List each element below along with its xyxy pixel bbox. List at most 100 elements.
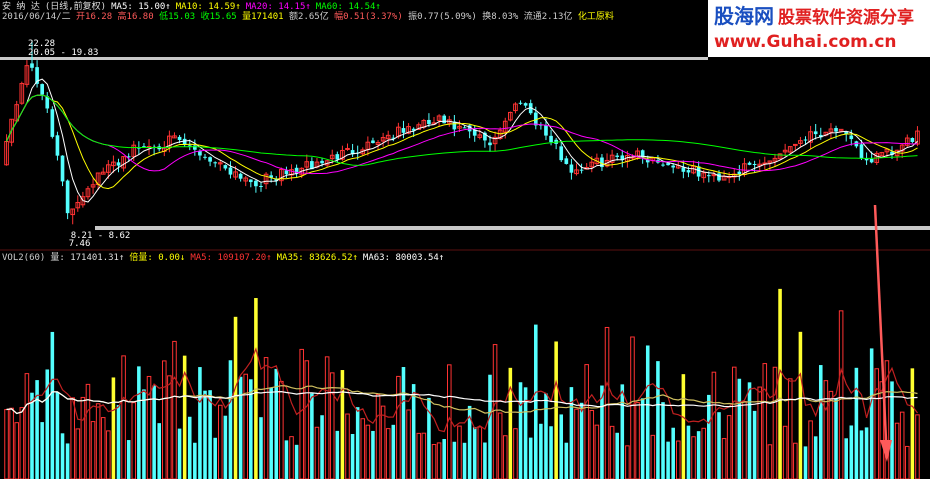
volume-bar-up	[838, 310, 844, 479]
ma5-line	[6, 78, 918, 203]
volume-bar-highlight	[111, 377, 116, 479]
candle-body-down	[213, 162, 218, 164]
vol-ma35-label: MA35:	[276, 253, 304, 263]
volume-bar-highlight	[798, 331, 803, 479]
volume-bar-down	[137, 366, 141, 479]
candle-body-down	[177, 136, 182, 140]
candle-body-down	[549, 135, 553, 143]
volume-bar-up	[742, 400, 747, 479]
open-label: 开16.28	[76, 12, 113, 22]
multiple-label: 倍量:	[129, 253, 153, 263]
candle-body-down	[523, 103, 528, 106]
ma5-value: 15.00↑	[138, 2, 171, 12]
volume-bar-up	[365, 424, 371, 479]
volume-bar-up	[630, 336, 635, 479]
volume-bar-up	[324, 356, 330, 479]
volume-bar-down	[126, 440, 131, 479]
candle-body-down	[747, 162, 752, 165]
amount-label: 额2.65亿	[289, 12, 329, 22]
candle-body-down	[717, 173, 721, 181]
volume-bar-up	[90, 421, 96, 479]
volume-bar-down	[284, 440, 289, 479]
vol-title: VOL2(60)	[2, 253, 46, 263]
volume-bar-down	[310, 393, 314, 479]
volume-bar-down	[813, 436, 818, 479]
candle-body-down	[544, 125, 548, 136]
volume-bar-down	[844, 438, 848, 479]
volume-bar-down	[294, 444, 299, 479]
volume-bar-down	[859, 430, 864, 479]
high-label: 高16.80	[117, 12, 154, 22]
candle-body-down	[564, 158, 569, 164]
chart-canvas[interactable]: 22.2820.05 - 19.838.21 - 8.627.46	[0, 0, 930, 479]
turnover-label: 换8.03%	[482, 12, 519, 22]
volume-bar-up	[279, 380, 284, 479]
volume-bar-up	[19, 407, 25, 479]
candle-body-down	[284, 170, 289, 175]
volume-bar-up	[874, 368, 880, 479]
volume-bar-up	[915, 414, 920, 479]
volume-bar-down	[462, 442, 467, 479]
candle-body-down	[569, 164, 574, 173]
volume-bar-down	[656, 361, 660, 479]
watermark-logo: 股海网 股票软件资源分享 www.Guhai.com.cn	[708, 0, 930, 57]
candle-body-down	[752, 164, 757, 166]
volume-bar-down	[157, 423, 161, 479]
volume-bar-up	[131, 402, 137, 479]
vol-ma63-label: MA63:	[362, 253, 391, 263]
watermark-site-name: 股海网	[714, 4, 774, 28]
candle-body-down	[681, 167, 686, 172]
volume-bar-up	[24, 373, 30, 479]
vol-label: 量:	[50, 253, 65, 263]
volume-bar-down	[452, 441, 457, 479]
candle-body-down	[427, 119, 431, 125]
volume-bar-up	[436, 442, 442, 479]
vol-ma5-label: MA5:	[190, 253, 213, 263]
volume-bar-up	[95, 403, 101, 479]
volume-bar-down	[335, 430, 340, 479]
volume-bar-down	[355, 407, 360, 479]
ma10-label: MA10:	[175, 2, 203, 12]
candle-body-down	[116, 162, 121, 166]
volume-bar-highlight	[681, 374, 686, 479]
volume-bar-down	[223, 415, 228, 479]
volume-bar-up	[385, 428, 391, 479]
ma20-value: 14.15↑	[278, 2, 311, 12]
candle-body-down	[686, 170, 691, 173]
volume-bar-highlight	[910, 368, 915, 479]
volume-bar-up	[726, 415, 732, 479]
volume-bar-down	[142, 389, 146, 479]
volume-bar-down	[238, 376, 243, 479]
stock-chart-screen: 22.28 20.05 - 19.83 8.21 - 8.62 7.46 安 纳 达 (…	[0, 0, 930, 479]
volume-bar-down	[187, 416, 192, 479]
volume-bar-down	[116, 405, 121, 479]
volume-bar-up	[421, 432, 427, 479]
volume-bar-down	[864, 427, 869, 479]
volume-bar-up	[457, 425, 462, 479]
high-range-label: 20.05 - 19.83	[28, 48, 98, 58]
candle-body-down	[813, 131, 818, 135]
volume-bar-down	[890, 381, 894, 479]
volume-bar-up	[721, 438, 727, 479]
volume-bar-up	[604, 326, 610, 479]
volume-bar-up	[904, 445, 910, 479]
stock-name: 安 纳 达	[2, 2, 40, 12]
volume-bar-down	[564, 442, 569, 479]
volume-bar-up	[787, 378, 793, 479]
candle-body-down	[259, 185, 263, 187]
volume-bar-down	[274, 368, 279, 479]
volume-bar-up	[711, 371, 717, 479]
volume-bar-up	[731, 366, 737, 479]
volume-bar-down	[483, 442, 487, 479]
candle-body-down	[248, 179, 253, 183]
candle-body-down	[706, 175, 711, 177]
vol-ma63-value: 80003.54↑	[395, 253, 445, 263]
candle-body-down	[661, 164, 665, 166]
volume-bar-down	[30, 392, 34, 479]
volume-bar-down	[559, 414, 564, 479]
volume-bar-down	[177, 428, 182, 479]
volume-bar-down	[228, 360, 233, 479]
volume-bar-down	[391, 424, 396, 479]
volume-bar-down	[671, 427, 675, 479]
volume-bar-down	[615, 432, 619, 479]
